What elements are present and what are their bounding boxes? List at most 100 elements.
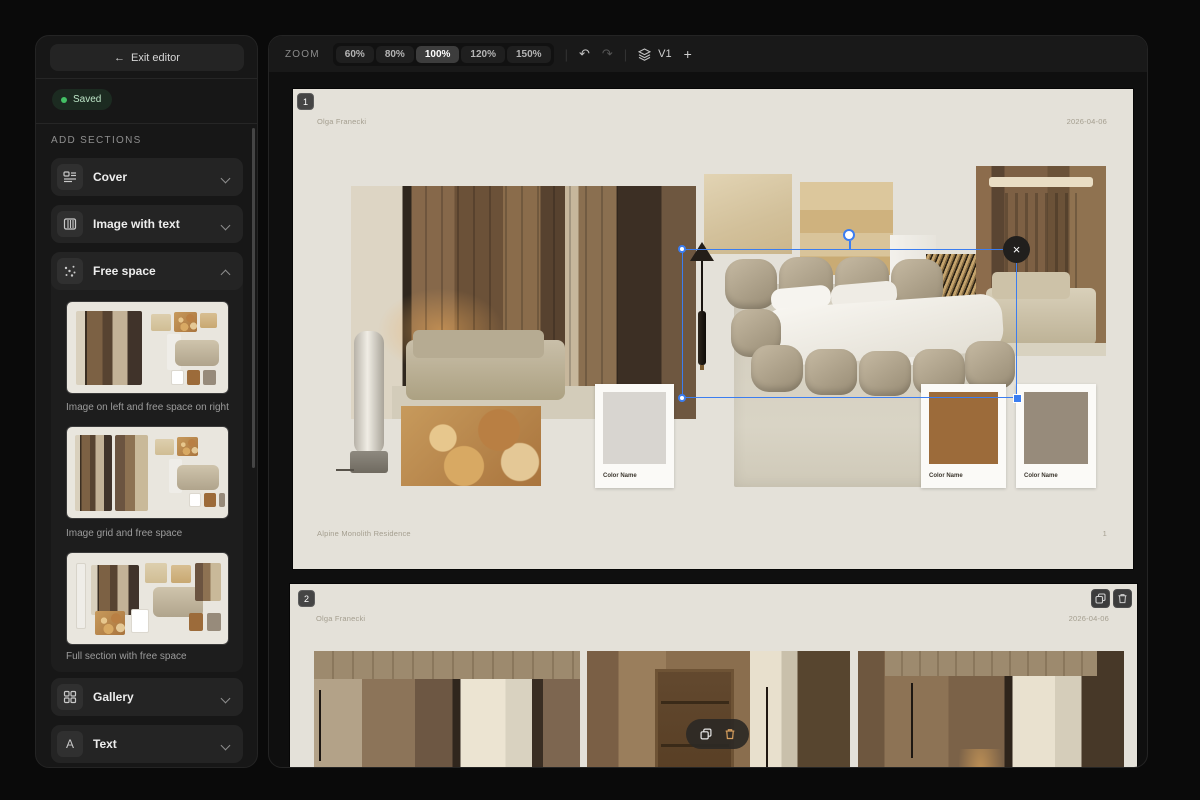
image-with-text-icon — [57, 211, 83, 237]
page-date[interactable]: 2026-04-06 — [1067, 117, 1107, 126]
toolbar-separator: | — [624, 47, 627, 62]
template-preview-photo — [75, 435, 112, 511]
gallery-photo-2[interactable] — [587, 651, 850, 768]
zoom-100-button[interactable]: 100% — [416, 46, 460, 63]
sidebar-item-text[interactable]: A Text — [51, 725, 243, 763]
page-author[interactable]: Olga Franecki — [316, 614, 365, 623]
sidebar-item-label: Cover — [93, 170, 222, 184]
zoom-150-button[interactable]: 150% — [507, 46, 551, 63]
gallery-icon — [57, 684, 83, 710]
template-preview-chip — [204, 493, 216, 507]
template-preview-texture — [145, 563, 167, 583]
sidebar-item-free-space[interactable]: Free space — [51, 252, 243, 290]
template-preview-chip — [207, 613, 221, 631]
divider — [36, 78, 257, 79]
template-preview-texture — [95, 611, 125, 635]
version-label: V1 — [658, 48, 671, 60]
template-preview-chip — [189, 613, 203, 631]
zoom-80-button[interactable]: 80% — [376, 46, 414, 63]
redo-icon[interactable]: ↷ — [602, 46, 613, 62]
exit-editor-button[interactable]: ← Exit editor — [50, 44, 244, 71]
gallery-photo-1[interactable] — [314, 651, 580, 768]
arrow-left-icon: ← — [114, 52, 125, 64]
remove-element-button[interactable]: × — [1003, 236, 1030, 263]
saved-dot-icon — [61, 97, 67, 103]
marble-texture-swatch[interactable] — [401, 406, 541, 486]
zoom-120-button[interactable]: 120% — [461, 46, 505, 63]
canvas-panel: ZOOM 60% 80% 100% 120% 150% | ↶ ↷ | V1 +… — [268, 35, 1148, 768]
photo-ceiling-light — [989, 177, 1093, 187]
sidebar-item-image-with-text[interactable]: Image with text — [51, 205, 243, 243]
sidebar-item-gallery[interactable]: Gallery — [51, 678, 243, 716]
floor-lamp-image[interactable] — [336, 331, 391, 483]
template-preview-bed — [175, 340, 219, 366]
duplicate-page-button[interactable] — [1091, 589, 1110, 608]
template-preview-photo — [91, 565, 139, 615]
add-version-button[interactable]: + — [684, 46, 692, 62]
sidebar-panel: ← Exit editor Saved ADD SECTIONS Cover I… — [35, 35, 258, 768]
color-swatch-card[interactable]: Color Name — [1016, 384, 1096, 488]
page-footer-number: 1 — [1103, 529, 1107, 538]
photo-ceiling — [314, 651, 580, 679]
template-preview-texture — [200, 313, 217, 328]
template-label: Image on left and free space on right — [66, 402, 229, 413]
template-preview-chip — [189, 493, 201, 507]
page-author[interactable]: Olga Franecki — [317, 117, 366, 126]
page-number-badge: 1 — [297, 93, 314, 110]
image-actions-overlay — [686, 719, 749, 749]
template-image-grid-free-space[interactable] — [66, 426, 229, 519]
template-full-section-free-space[interactable] — [66, 552, 229, 645]
sidebar-item-label: Image with text — [93, 217, 222, 231]
template-preview-chip — [131, 609, 149, 633]
versions-stack-icon[interactable] — [638, 48, 651, 61]
rotation-handle[interactable] — [843, 229, 855, 241]
photo-shelf — [661, 701, 729, 704]
template-preview-texture — [155, 439, 174, 455]
template-image-left-free-space[interactable] — [66, 301, 229, 394]
text-icon: A — [57, 731, 83, 757]
chevron-down-icon — [222, 693, 231, 702]
divider — [36, 123, 257, 124]
template-preview-chip — [219, 493, 225, 507]
page-footer-title[interactable]: Alpine Monolith Residence — [317, 529, 411, 538]
template-preview-texture — [171, 565, 191, 583]
free-space-group: Free space Image on left and free space … — [51, 252, 243, 672]
free-space-icon — [57, 258, 83, 284]
selection-handle-bottom-right[interactable] — [1013, 394, 1022, 403]
template-preview-photo — [76, 311, 142, 385]
saved-status-badge: Saved — [52, 89, 112, 110]
page-number-badge: 2 — [298, 590, 315, 607]
template-label: Image grid and free space — [66, 528, 182, 539]
sidebar-scrollbar[interactable] — [252, 128, 255, 468]
photo-headboard — [413, 330, 544, 358]
undo-icon[interactable]: ↶ — [579, 46, 590, 62]
travertine-texture-1[interactable] — [704, 174, 792, 254]
photo-pendant-line — [911, 683, 913, 758]
selection-handle-bottom-left[interactable] — [678, 394, 686, 402]
sidebar-item-cover[interactable]: Cover — [51, 158, 243, 196]
page-1[interactable]: 1 Olga Franecki 2026-04-06 Color Name — [293, 89, 1133, 569]
chevron-up-icon — [222, 267, 231, 276]
zoom-60-button[interactable]: 60% — [336, 46, 374, 63]
template-preview-lamp — [76, 563, 86, 629]
template-preview-chip — [187, 370, 200, 385]
color-swatch-label: Color Name — [1024, 473, 1058, 479]
color-swatch-card[interactable]: Color Name — [595, 384, 674, 488]
color-swatch-block — [929, 392, 998, 464]
canvas-toolbar: ZOOM 60% 80% 100% 120% 150% | ↶ ↷ | V1 + — [269, 36, 1147, 72]
chevron-down-icon — [222, 220, 231, 229]
duplicate-image-button[interactable] — [700, 728, 712, 740]
page-2[interactable]: 2 Olga Franecki 2026-04-06 — [290, 584, 1137, 768]
exit-editor-label: Exit editor — [131, 52, 180, 64]
cover-icon — [57, 164, 83, 190]
template-preview-chip — [171, 370, 184, 385]
delete-page-button[interactable] — [1113, 589, 1132, 608]
photo-pendant-line — [319, 690, 321, 761]
selection-box[interactable]: × — [682, 249, 1017, 398]
page-date[interactable]: 2026-04-06 — [1069, 614, 1109, 623]
selection-handle-top-left[interactable] — [678, 245, 686, 253]
template-preview-photo — [115, 435, 148, 511]
gallery-photo-3[interactable] — [858, 651, 1124, 768]
color-swatch-card[interactable]: Color Name — [921, 384, 1006, 488]
delete-image-button[interactable] — [724, 728, 736, 740]
